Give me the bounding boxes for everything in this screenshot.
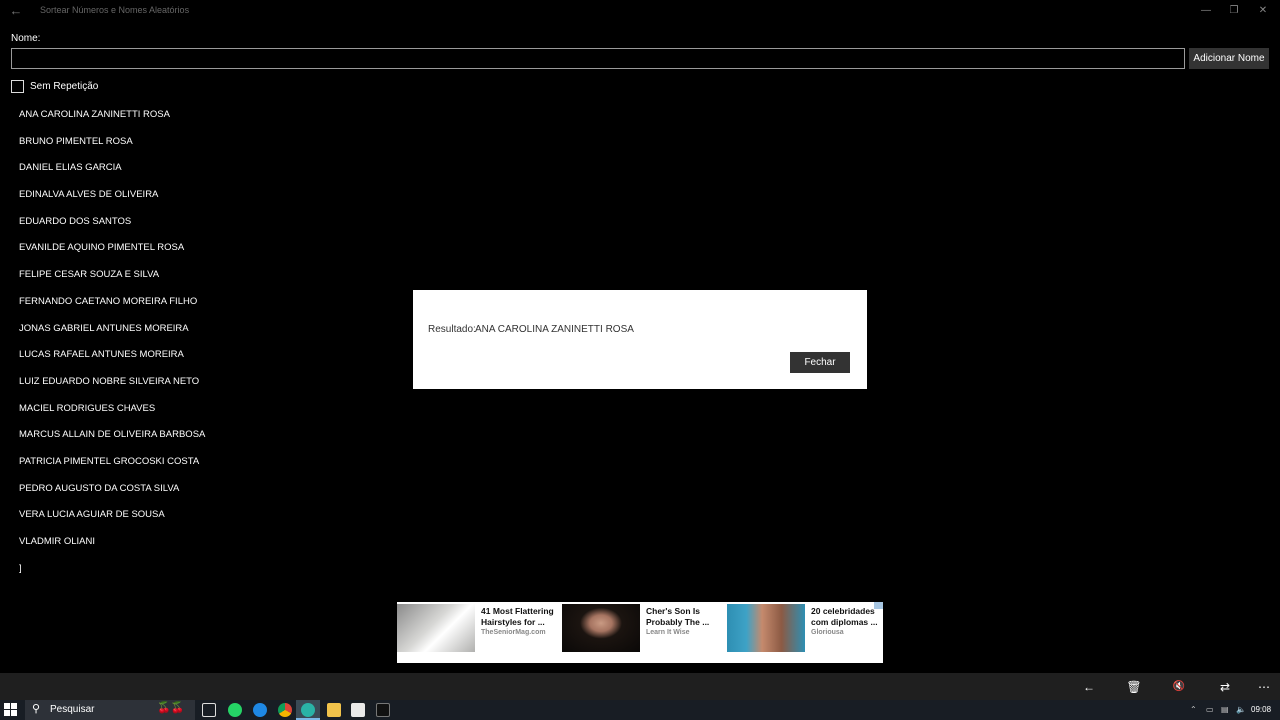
search-highlight-icon: 🍒🍒 <box>157 702 185 714</box>
name-input[interactable] <box>11 48 1185 69</box>
app-icon[interactable] <box>301 703 315 717</box>
taskbar: ⚲ Pesquisar 🍒🍒 ⌃ ▭ ▤ 🔈 09:08 <box>0 700 1280 720</box>
folder-icon[interactable] <box>327 703 341 717</box>
title-bar: ← Sortear Números e Nomes Aleatórios — ❐… <box>0 0 1280 22</box>
list-item[interactable]: FELIPE CESAR SOUZA E SILVA <box>19 268 205 295</box>
back-arrow-icon[interactable]: ← <box>6 2 26 20</box>
list-item[interactable]: PEDRO AUGUSTO DA COSTA SILVA <box>19 482 205 509</box>
ad-item[interactable]: 41 Most Flattering Hairstyles for ... Th… <box>397 604 559 652</box>
chrome-icon[interactable] <box>278 703 292 717</box>
window-title: Sortear Números e Nomes Aleatórios <box>40 5 190 15</box>
more-icon[interactable]: ⋯ <box>1253 676 1275 698</box>
store-icon[interactable] <box>351 703 365 717</box>
result-value: ANA CAROLINA ZANINETTI ROSA <box>475 324 634 335</box>
chevron-up-icon[interactable]: ⌃ <box>1190 705 1197 714</box>
list-item[interactable]: BRUNO PIMENTEL ROSA <box>19 135 205 162</box>
ad-item[interactable]: 20 celebridades com diplomas ... Gloriou… <box>727 604 889 652</box>
list-item[interactable]: LUIZ EDUARDO NOBRE SILVEIRA NETO <box>19 375 205 402</box>
ad-source: TheSeniorMag.com <box>481 629 546 636</box>
ad-headline[interactable]: Cher's Son Is Probably The ... <box>646 606 722 628</box>
mute-icon[interactable]: 🔇 <box>1168 676 1190 698</box>
ad-headline[interactable]: 20 celebridades com diplomas ... <box>811 606 887 628</box>
list-item[interactable]: ] <box>19 562 205 589</box>
list-item[interactable]: VERA LUCIA AGUIAR DE SOUSA <box>19 508 205 535</box>
list-item[interactable]: MACIEL RODRIGUES CHAVES <box>19 402 205 429</box>
windows-start-icon[interactable] <box>4 703 18 717</box>
back-arrow-icon[interactable]: ← <box>1078 676 1100 698</box>
list-item[interactable]: EDUARDO DOS SANTOS <box>19 215 205 242</box>
delete-icon[interactable]: 🗑 <box>1123 676 1145 698</box>
no-repeat-checkbox[interactable] <box>11 80 24 93</box>
taskbar-search[interactable]: ⚲ Pesquisar 🍒🍒 <box>25 700 195 720</box>
result-label: Resultado: <box>428 324 476 335</box>
command-bar: ← 🗑 🔇 ⇄ ⋯ <box>0 673 1280 700</box>
task-view-icon[interactable] <box>202 703 216 717</box>
close-window-icon[interactable]: ✕ <box>1253 3 1273 19</box>
list-item[interactable]: EVANILDE AQUINO PIMENTEL ROSA <box>19 241 205 268</box>
result-dialog: Resultado: ANA CAROLINA ZANINETTI ROSA F… <box>413 290 867 389</box>
whatsapp-icon[interactable] <box>228 703 242 717</box>
search-placeholder: Pesquisar <box>50 704 95 715</box>
clock[interactable]: 09:08 <box>1251 705 1271 714</box>
list-item[interactable]: PATRICIA PIMENTEL GROCOSKI COSTA <box>19 455 205 482</box>
list-item[interactable]: VLADMIR OLIANI <box>19 535 205 562</box>
minimize-icon[interactable]: — <box>1196 3 1216 19</box>
ad-thumbnail[interactable] <box>562 604 640 652</box>
name-list: ANA CAROLINA ZANINETTI ROSA BRUNO PIMENT… <box>19 108 205 588</box>
ad-banner: 41 Most Flattering Hairstyles for ... Th… <box>397 602 883 663</box>
volume-icon[interactable]: 🔈 <box>1236 705 1246 714</box>
shuffle-icon[interactable]: ⇄ <box>1214 676 1236 698</box>
list-item[interactable]: DANIEL ELIAS GARCIA <box>19 161 205 188</box>
no-repeat-label: Sem Repetição <box>30 81 99 92</box>
ad-source: Learn It Wise <box>646 629 690 636</box>
app-icon[interactable] <box>376 703 390 717</box>
list-item[interactable]: JONAS GABRIEL ANTUNES MOREIRA <box>19 322 205 349</box>
search-icon: ⚲ <box>32 703 41 715</box>
edge-icon[interactable] <box>253 703 267 717</box>
close-button[interactable]: Fechar <box>790 352 850 373</box>
ad-headline[interactable]: 41 Most Flattering Hairstyles for ... <box>481 606 557 628</box>
list-item[interactable]: LUCAS RAFAEL ANTUNES MOREIRA <box>19 348 205 375</box>
list-item[interactable]: FERNANDO CAETANO MOREIRA FILHO <box>19 295 205 322</box>
add-name-button[interactable]: Adicionar Nome <box>1189 48 1269 69</box>
ad-thumbnail[interactable] <box>397 604 475 652</box>
list-item[interactable]: ANA CAROLINA ZANINETTI ROSA <box>19 108 205 135</box>
network-icon[interactable]: ▤ <box>1221 705 1229 714</box>
list-item[interactable]: MARCUS ALLAIN DE OLIVEIRA BARBOSA <box>19 428 205 455</box>
battery-icon[interactable]: ▭ <box>1206 705 1214 714</box>
ad-item[interactable]: Cher's Son Is Probably The ... Learn It … <box>562 604 724 652</box>
name-label: Nome: <box>11 33 41 44</box>
restore-icon[interactable]: ❐ <box>1224 3 1244 19</box>
ad-source: Gloriousa <box>811 629 844 636</box>
ad-thumbnail[interactable] <box>727 604 805 652</box>
list-item[interactable]: EDINALVA ALVES DE OLIVEIRA <box>19 188 205 215</box>
